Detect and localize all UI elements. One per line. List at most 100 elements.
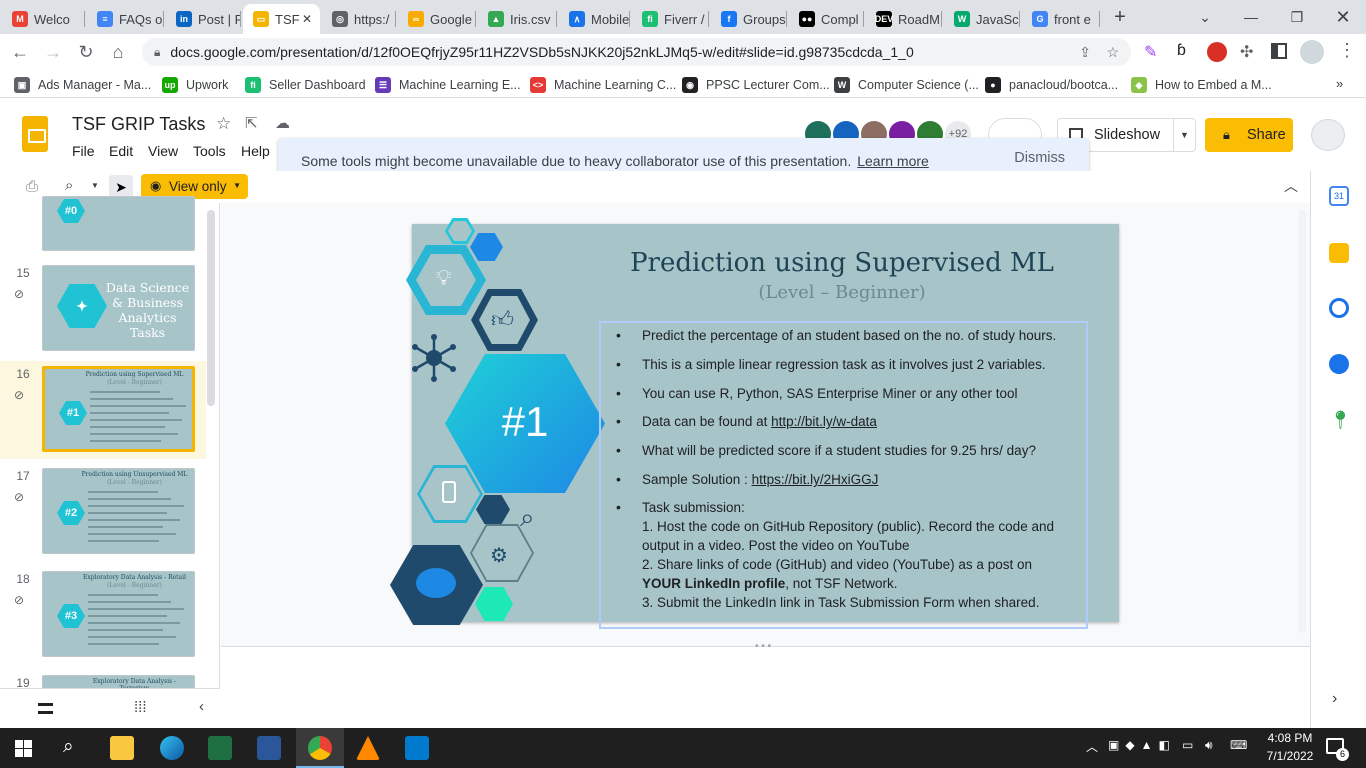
slide-thumbnail[interactable]: #3 Exploratory Data Analysis - Retail (Lev…	[42, 571, 195, 657]
browser-tab[interactable]: M Welco	[2, 4, 85, 34]
slides-logo-icon[interactable]	[22, 116, 48, 152]
maps-icon[interactable]: 📍︎	[1329, 410, 1352, 430]
zoom-icon[interactable]: ⌕	[65, 177, 73, 194]
learn-more-link[interactable]: Learn more	[857, 153, 929, 169]
menu-file[interactable]: File	[72, 143, 95, 159]
forward-arrow-icon[interactable]: →	[38, 37, 68, 67]
browser-tab[interactable]: fi Fiverr /	[632, 4, 709, 34]
expand-side-panel-icon[interactable]: ›	[1332, 690, 1337, 708]
browser-tab[interactable]: in Post | F	[166, 4, 241, 34]
clock-time[interactable]: 4:08 PM	[1262, 731, 1318, 745]
browser-tab[interactable]: ∧ Mobile	[559, 4, 630, 34]
vscode-icon[interactable]	[405, 736, 429, 760]
print-icon[interactable]: ⎙	[26, 178, 38, 195]
search-icon[interactable]: ⌕	[63, 736, 74, 758]
address-bar[interactable]: 🔒︎ docs.google.com/presentation/d/12f0OE…	[142, 38, 1131, 66]
share-button[interactable]: 🔒︎ Share	[1205, 118, 1293, 152]
bookmark-star-icon[interactable]: ☆	[1106, 44, 1119, 61]
pen-extension-icon[interactable]: ✎	[1144, 42, 1164, 62]
file-explorer-icon[interactable]	[110, 736, 134, 760]
menu-help[interactable]: Help	[241, 143, 270, 159]
browser-tab[interactable]: Gfront e	[1022, 4, 1100, 34]
wordpress-icon: W	[834, 77, 850, 93]
back-arrow-icon[interactable]: ←	[5, 37, 35, 67]
share-page-icon[interactable]: ⇪	[1079, 44, 1091, 61]
notes-resize-handle[interactable]: • • •	[755, 641, 771, 652]
keep-icon[interactable]	[1329, 243, 1349, 263]
slide-thumbnail[interactable]: #0	[42, 196, 195, 251]
minimize-window-icon[interactable]: —	[1228, 0, 1274, 34]
list-view-icon[interactable]	[38, 703, 53, 714]
browser-tab[interactable]: ∞ Google	[398, 4, 476, 34]
more-bookmarks-chevron-icon[interactable]: »	[1336, 76, 1343, 91]
menu-tools[interactable]: Tools	[193, 143, 226, 159]
browser-tab[interactable]: W JavaSc	[944, 4, 1020, 34]
reload-icon[interactable]: ↻	[71, 37, 101, 67]
bookmark-item[interactable]: ▣ Ads Manager - Ma...	[14, 75, 151, 95]
browser-tab[interactable]: ◎ https:/	[322, 4, 396, 34]
document-title[interactable]: TSF GRIP Tasks	[72, 114, 205, 135]
slide-thumbnail[interactable]: ✦ Data Science & Business Analytics Tasks	[42, 265, 195, 351]
menu-view[interactable]: View	[148, 143, 178, 159]
bookmark-item[interactable]: ☰ Machine Learning E...	[375, 75, 521, 95]
bullet-link[interactable]: http://bit.ly/w-data	[771, 414, 877, 429]
home-icon[interactable]: ⌂	[103, 37, 133, 67]
bookmark-item[interactable]: W Computer Science (...	[834, 75, 979, 95]
bookmark-item[interactable]: <> Machine Learning C...	[530, 75, 676, 95]
contacts-icon[interactable]	[1329, 354, 1349, 374]
thumbnail-text-line	[88, 533, 176, 535]
dismiss-button[interactable]: Dismiss	[1014, 150, 1065, 166]
bookmark-item[interactable]: fi Seller Dashboard	[245, 75, 366, 95]
collapse-filmstrip-icon[interactable]: ‹	[199, 698, 204, 715]
account-avatar[interactable]	[1311, 119, 1345, 151]
show-hidden-icons-chevron[interactable]: ︿	[1086, 738, 1098, 755]
browser-menu-icon[interactable]: ⋮	[1338, 40, 1356, 61]
browser-tab[interactable]: ●● Compl	[789, 4, 864, 34]
bookmark-item[interactable]: ◆ How to Embed a M...	[1131, 75, 1272, 95]
close-window-icon[interactable]: ✕	[1320, 0, 1366, 34]
collapse-header-chevron-icon[interactable]: ︿	[1284, 176, 1298, 196]
zoom-dropdown-icon[interactable]: ▼	[91, 181, 99, 190]
tray-app-icons[interactable]: ▣◆▲◧	[1108, 738, 1176, 752]
grid-view-icon[interactable]: ⁞⁞⁞	[134, 699, 147, 716]
browser-tab[interactable]: ≡ FAQs o	[87, 4, 164, 34]
bookmark-item[interactable]: ◉ PPSC Lecturer Com...	[682, 75, 830, 95]
tab-search-chevron-icon[interactable]: ⌄	[1182, 0, 1228, 34]
browser-tab[interactable]: f Groups	[711, 4, 787, 34]
network-icon[interactable]: ▭	[1182, 738, 1193, 752]
slide-thumbnail[interactable]: #2 Prediction using Unsupervised ML (Level…	[42, 468, 195, 554]
windows-start-icon[interactable]	[15, 740, 32, 757]
move-folder-icon[interactable]: ⇱	[245, 114, 258, 132]
chrome-icon[interactable]	[308, 736, 332, 760]
close-tab-icon[interactable]: ✕	[302, 12, 312, 26]
adblock-extension-icon[interactable]	[1207, 42, 1227, 62]
side-panel-icon[interactable]	[1271, 43, 1287, 59]
volume-icon[interactable]: 🔊︎	[1205, 738, 1213, 753]
slide-thumbnail[interactable]: #1 Prediction using Supervised ML (Level -…	[42, 366, 195, 452]
chat-bubble-icon	[416, 568, 456, 598]
edge-icon[interactable]	[160, 736, 184, 760]
browser-tab[interactable]: DEV RoadM	[866, 4, 942, 34]
tasks-icon[interactable]	[1329, 298, 1349, 318]
star-icon[interactable]: ☆	[216, 114, 231, 134]
profile-avatar[interactable]	[1300, 40, 1324, 64]
clock-date[interactable]: 7/1/2022	[1262, 749, 1318, 763]
bookmark-item[interactable]: up Upwork	[162, 75, 228, 95]
bullet-link[interactable]: https://bit.ly/2HxiGGJ	[752, 472, 879, 487]
extensions-puzzle-icon[interactable]: ✣	[1240, 42, 1260, 62]
grammar-extension-icon[interactable]: ɓ	[1177, 42, 1197, 62]
canvas-scrollbar[interactable]	[1298, 210, 1306, 633]
new-tab-button[interactable]: +	[1108, 6, 1132, 28]
filmstrip-scrollbar[interactable]	[207, 210, 215, 406]
menu-edit[interactable]: Edit	[109, 143, 133, 159]
excel-icon[interactable]	[208, 736, 232, 760]
slideshow-dropdown-icon[interactable]: ▼	[1173, 119, 1195, 151]
language-icon[interactable]: ⌨	[1230, 738, 1247, 752]
bookmark-item[interactable]: ● panacloud/bootca...	[985, 75, 1118, 95]
restore-window-icon[interactable]: ❐	[1274, 0, 1320, 34]
step-text: , not TSF Network.	[785, 576, 898, 591]
browser-tab[interactable]: ▭ TSF ✕	[243, 4, 320, 34]
calendar-icon[interactable]: 31	[1329, 186, 1349, 206]
browser-tab[interactable]: ▲ Iris.csv	[478, 4, 557, 34]
word-icon[interactable]	[257, 736, 281, 760]
